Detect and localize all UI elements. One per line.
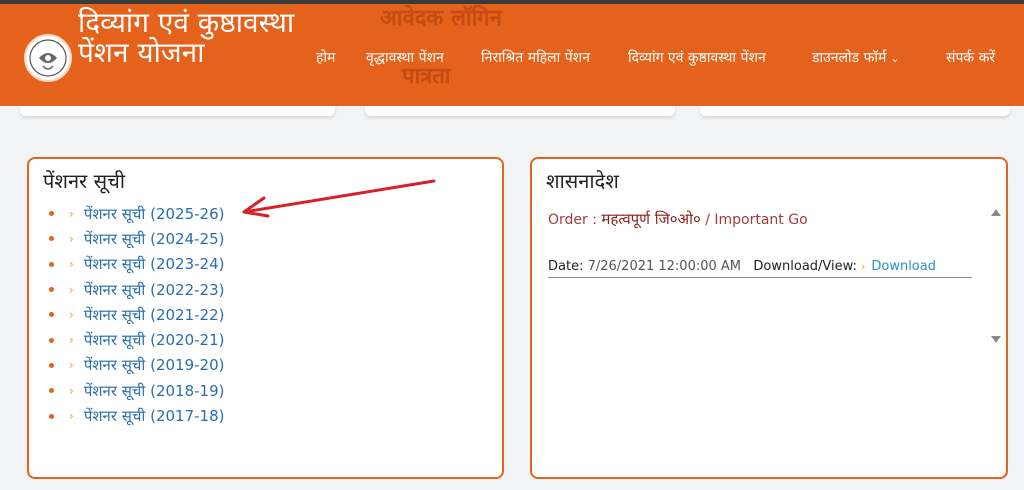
- order-prefix: Order :: [548, 212, 602, 228]
- chevron-right-icon: ›: [69, 257, 74, 272]
- bullet-dot-icon: [49, 312, 54, 318]
- government-orders-panel: शासनादेश Order : महत्वपूर्ण जि०ओ० / Impo…: [530, 157, 1008, 479]
- chevron-right-icon: ›: [69, 206, 74, 221]
- nav-contact[interactable]: संपर्क करें: [946, 48, 995, 67]
- date-label: Date:: [548, 259, 588, 274]
- site-title[interactable]: दिव्यांग एवं कुष्ठावस्था पेंशन योजना: [78, 8, 298, 68]
- pensioner-list-link[interactable]: पेंशनर सूची (2017-18): [84, 406, 225, 426]
- site-header: आवेदक लॉगिन पात्रता दिव्यांग एवं कुष्ठाव…: [0, 4, 1024, 106]
- date-value: 7/26/2021 12:00:00 AM: [587, 259, 742, 274]
- link-year: (2019-20): [150, 356, 225, 375]
- link-year: (2023-24): [150, 255, 225, 274]
- bullet-dot-icon: [49, 413, 54, 419]
- bullet-dot-icon: [49, 388, 54, 394]
- link-label: पेंशनर सूची: [83, 356, 146, 375]
- card-bottom-edge: [365, 106, 675, 116]
- list-item[interactable]: › पेंशनर सूची (2023-24): [43, 252, 224, 277]
- pensioner-list: › पेंशनर सूची (2025-26) › पेंशनर सूची (202…: [43, 201, 224, 429]
- order-meta-row: Date: 7/26/2021 12:00:00 AM Download/Vie…: [548, 259, 972, 278]
- card-bottom-edge: [20, 106, 335, 116]
- list-item[interactable]: › पेंशनर सूची (2017-18): [43, 403, 224, 428]
- nav-old-age-pension[interactable]: वृद्धावस्था पेंशन: [366, 48, 444, 67]
- link-year: (2021-22): [150, 305, 225, 324]
- list-item[interactable]: › पेंशनर सूची (2025-26): [43, 201, 224, 226]
- chevron-right-icon: ›: [69, 307, 74, 322]
- link-year: (2022-23): [150, 280, 225, 299]
- link-label: पेंशनर सूची: [83, 331, 146, 350]
- government-orders-title: शासनादेश: [546, 169, 619, 193]
- order-english-title: / Important Go: [700, 212, 808, 228]
- link-year: (2024-25): [150, 229, 225, 248]
- chevron-right-icon: ›: [69, 358, 74, 373]
- nav-download-form[interactable]: डाउनलोड फॉर्म ⌄: [812, 48, 900, 67]
- nav-download-form-label: डाउनलोड फॉर्म: [812, 50, 887, 66]
- download-link[interactable]: Download: [871, 259, 936, 274]
- chevron-down-icon: ⌄: [890, 52, 900, 65]
- link-label: पेंशनर सूची: [83, 229, 146, 248]
- scroll-down-arrow-icon[interactable]: [991, 336, 1001, 343]
- bullet-dot-icon: [49, 337, 54, 343]
- chevron-right-icon: ›: [860, 260, 866, 273]
- bullet-dot-icon: [49, 211, 54, 217]
- pensioner-list-link[interactable]: पेंशनर सूची (2022-23): [84, 280, 225, 300]
- pensioner-list-link[interactable]: पेंशनर सूची (2020-21): [84, 330, 225, 350]
- bullet-dot-icon: [49, 287, 54, 293]
- chevron-right-icon: ›: [69, 409, 74, 424]
- link-year: (2018-19): [150, 381, 225, 400]
- list-item[interactable]: › पेंशनर सूची (2020-21): [43, 327, 224, 352]
- link-year: (2017-18): [150, 407, 225, 426]
- link-label: पेंशनर सूची: [83, 381, 146, 400]
- chevron-right-icon: ›: [69, 282, 74, 297]
- up-government-emblem-icon[interactable]: [24, 34, 72, 82]
- link-year: (2025-26): [150, 204, 225, 223]
- list-item[interactable]: › पेंशनर सूची (2019-20): [43, 353, 224, 378]
- nav-home[interactable]: होम: [316, 48, 335, 67]
- nav-disability-leprosy-pension[interactable]: दिव्यांग एवं कुष्ठावस्था पेंशन: [628, 48, 766, 67]
- link-label: पेंशनर सूची: [83, 407, 146, 426]
- red-arrow-pointer-icon: [242, 179, 436, 218]
- order-entry[interactable]: Order : महत्वपूर्ण जि०ओ० / Important Go: [548, 209, 808, 229]
- list-item[interactable]: › पेंशनर सूची (2022-23): [43, 277, 224, 302]
- pensioner-list-link[interactable]: पेंशनर सूची (2021-22): [84, 305, 225, 325]
- order-hindi-title: महत्वपूर्ण जि०ओ०: [601, 210, 701, 228]
- card-bottom-edge: [700, 106, 1010, 116]
- bullet-dot-icon: [49, 362, 54, 368]
- chevron-right-icon: ›: [69, 333, 74, 348]
- nav-destitute-women-pension[interactable]: निराश्रित महिला पेंशन: [481, 48, 590, 67]
- scroll-up-arrow-icon[interactable]: [991, 209, 1001, 216]
- bullet-dot-icon: [49, 236, 54, 242]
- pensioner-list-link[interactable]: पेंशनर सूची (2023-24): [84, 254, 225, 274]
- pensioner-list-link[interactable]: पेंशनर सूची (2018-19): [84, 381, 225, 401]
- pensioner-list-link[interactable]: पेंशनर सूची (2024-25): [84, 229, 225, 249]
- list-item[interactable]: › पेंशनर सूची (2018-19): [43, 378, 224, 403]
- ghost-applicant-login-text: आवेदक लॉगिन: [380, 6, 502, 31]
- chevron-right-icon: ›: [69, 383, 74, 398]
- link-label: पेंशनर सूची: [83, 305, 146, 324]
- bullet-dot-icon: [49, 261, 54, 267]
- pensioner-list-title: पेंशनर सूची: [43, 169, 125, 193]
- chevron-right-icon: ›: [69, 231, 74, 246]
- pensioner-list-link[interactable]: पेंशनर सूची (2025-26): [84, 204, 225, 224]
- pensioner-list-link[interactable]: पेंशनर सूची (2019-20): [84, 355, 225, 375]
- link-label: पेंशनर सूची: [83, 255, 146, 274]
- link-label: पेंशनर सूची: [83, 280, 146, 299]
- list-item[interactable]: › पेंशनर सूची (2021-22): [43, 302, 224, 327]
- download-view-label: Download/View:: [753, 259, 857, 274]
- link-year: (2020-21): [150, 331, 225, 350]
- list-item[interactable]: › पेंशनर सूची (2024-25): [43, 226, 224, 251]
- link-label: पेंशनर सूची: [83, 204, 146, 223]
